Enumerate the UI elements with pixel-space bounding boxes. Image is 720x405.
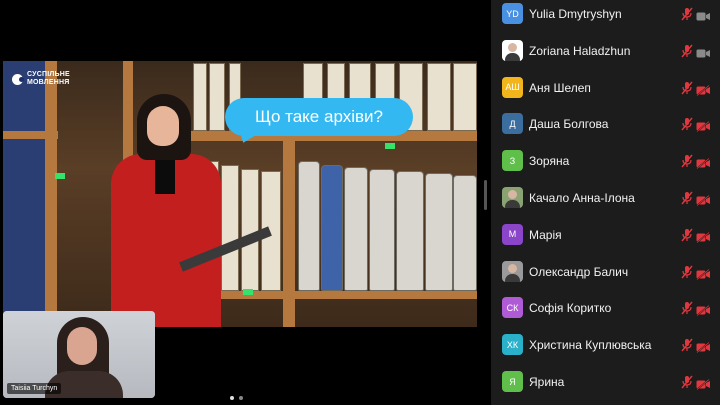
participant-name: Христина Куплювська [529,338,652,353]
participant-initials: ХК [506,339,519,350]
participant-avatar: Д [502,113,523,135]
participant-avatar: М [502,223,523,245]
participant-row[interactable]: Качало Анна-Ілона [491,180,720,216]
participant-avatar [502,187,523,208]
camera-off-icon[interactable] [696,83,711,96]
participant-initials: АШ [505,82,520,93]
participant-name: Ярина [529,375,565,389]
microphone-muted-icon[interactable] [681,228,693,242]
participant-row[interactable]: СК Софія Коритко [491,290,720,326]
participant-row[interactable]: YD Yulia Dmytryshyn [491,0,720,32]
page-dot[interactable] [230,396,234,400]
participant-row[interactable]: Zoriana Haladzhun [491,33,720,69]
microphone-muted-icon[interactable] [681,154,693,168]
presenter-figure [111,94,272,327]
participant-name: Zoriana Haladzhun [529,43,631,58]
participant-initials: Д [509,118,516,129]
participant-name: Зоряна [529,154,570,169]
participant-name: Даша Болгова [529,117,609,132]
camera-off-icon[interactable] [696,193,711,207]
suspilne-logo-icon [12,73,24,85]
participant-avatar: З [502,150,523,172]
tape-reel [369,169,395,291]
participant-initials: З [509,155,516,166]
shelf-post [283,141,295,327]
blue-shelf-column [3,61,45,327]
camera-off-icon[interactable] [696,119,711,133]
microphone-muted-icon[interactable] [681,7,693,21]
participant-row[interactable]: ХК Христина Куплювська [491,327,720,363]
participant-avatar [502,260,523,282]
participant-row[interactable]: М Марія [491,217,720,253]
page-indicator[interactable] [230,396,243,400]
suspilne-logo: СУСПІЛЬНЕ МОВЛЕННЯ [12,71,70,87]
microphone-muted-icon[interactable] [681,191,693,205]
participant-avatar: ХК [502,334,523,356]
participant-avatar: Я [502,371,523,392]
microphone-muted-icon[interactable] [681,81,693,95]
speech-bubble-text: Що таке архіви? [255,107,383,126]
panel-resize-handle[interactable] [484,180,487,210]
participant-name: Софія Коритко [529,301,612,316]
participant-name: Качало Анна-Ілона [529,191,635,205]
participant-row[interactable]: Д Даша Болгова [491,106,720,142]
participant-avatar: YD [502,3,523,24]
camera-off-icon[interactable] [696,377,711,391]
participant-avatar: АШ [502,76,523,98]
video-stage: СУСПІЛЬНЕ МОВЛЕННЯ Що таке архіви? Taisi… [0,0,484,405]
tape-reel [425,173,453,291]
self-view-name: Taisiia Turchyn [7,383,62,394]
participant-initials: М [508,229,517,240]
shared-slide: СУСПІЛЬНЕ МОВЛЕННЯ Що таке архіви? [3,61,477,327]
shelf-post [45,61,57,327]
tape-reel [396,171,424,291]
participants-panel: YD Yulia Dmytryshyn Zoriana Haladzhun АШ Аня… [491,0,720,405]
participant-initials: YD [506,8,519,19]
camera-off-icon[interactable] [696,230,711,243]
tape-reel [321,165,343,291]
speech-bubble: Що таке архіви? [225,98,413,136]
participant-row[interactable]: Олександр Балич [491,254,720,290]
participant-name: Олександр Балич [529,264,629,279]
camera-off-icon[interactable] [696,303,711,317]
camera-off-icon[interactable] [696,156,711,170]
camera-icon[interactable] [696,46,711,58]
microphone-muted-icon[interactable] [681,44,693,58]
participant-row[interactable]: З Зоряна [491,143,720,179]
archive-folder [453,63,477,131]
tape-reel [453,175,477,291]
participant-row[interactable]: Я Ярина [491,364,720,400]
participant-avatar [502,39,523,61]
tape-reel [344,167,368,291]
logo-line-1: СУСПІЛЬНЕ [27,71,70,78]
camera-off-icon[interactable] [696,340,711,354]
participant-avatar: СК [502,297,523,319]
self-view-tile[interactable]: Taisiia Turchyn [3,311,155,398]
shelf-plank [183,291,477,299]
page-dot[interactable] [239,396,243,400]
tape-reel [298,161,320,291]
microphone-muted-icon[interactable] [681,117,693,131]
participant-name: Yulia Dmytryshyn [529,7,622,21]
logo-line-2: МОВЛЕННЯ [27,79,70,86]
microphone-muted-icon[interactable] [681,301,693,315]
participant-name: Марія [529,227,562,242]
green-label [385,143,395,149]
green-label [55,173,65,179]
participant-initials: СК [506,302,519,313]
microphone-muted-icon[interactable] [681,265,693,279]
participant-row[interactable]: АШ Аня Шелеп [491,70,720,106]
archive-folder [221,165,239,291]
microphone-muted-icon[interactable] [681,375,693,389]
green-label [243,289,253,295]
microphone-muted-icon[interactable] [681,338,693,352]
camera-icon[interactable] [696,9,711,21]
camera-off-icon[interactable] [696,267,711,280]
participant-name: Аня Шелеп [529,80,591,95]
participant-initials: Я [509,376,516,387]
archive-folder [427,63,451,131]
